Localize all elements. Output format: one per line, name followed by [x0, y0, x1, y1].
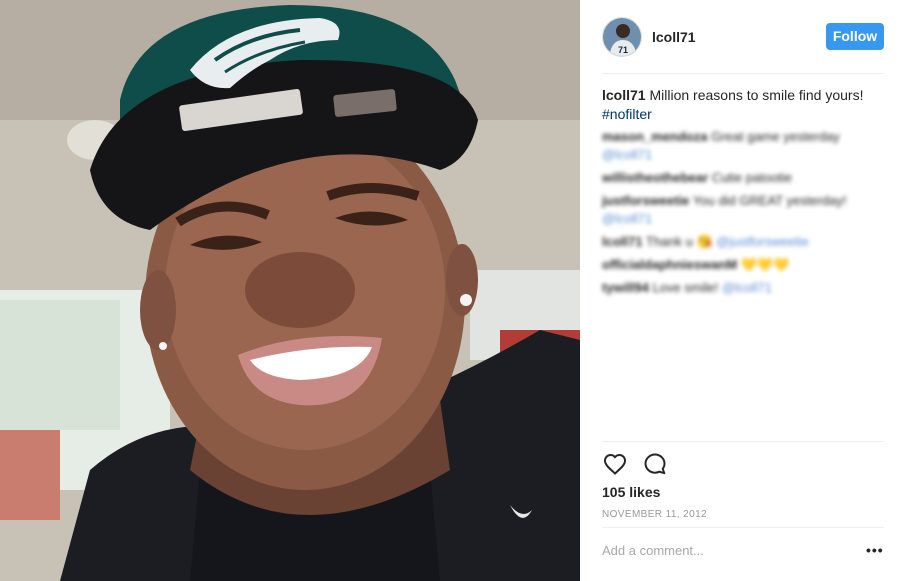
avatar-image: 71	[603, 17, 641, 56]
like-button[interactable]	[602, 451, 628, 477]
post-header: 71 lcoll71 Follow	[602, 0, 884, 74]
comment-mention[interactable]: @lcoll71	[602, 147, 652, 162]
post-date[interactable]: NOVEMBER 11, 2012	[602, 509, 707, 520]
heart-icon	[603, 453, 627, 475]
comment-emoji: 💛💛💛	[740, 257, 790, 272]
comment-username[interactable]: mason_mendoza	[602, 129, 707, 144]
divider	[602, 527, 884, 528]
add-comment-input[interactable]	[602, 543, 842, 558]
avatar[interactable]: 71	[602, 16, 642, 57]
comment-mention[interactable]: @justforsweetie	[716, 234, 809, 249]
comment-mention[interactable]: @lcoll71	[602, 211, 652, 226]
list-item: justforsweetie You did GREAT yesterday! …	[602, 192, 882, 228]
post-caption: lcoll71 Million reasons to smile find yo…	[602, 86, 882, 124]
list-item: willistheothebear Cutie patootie	[602, 169, 882, 187]
comment-username[interactable]: lcoll71	[602, 234, 642, 249]
comment-text: You did GREAT yesterday!	[689, 193, 847, 208]
comment-text: Great game yesterday	[707, 129, 840, 144]
comment-mention[interactable]: @lcoll71	[722, 280, 772, 295]
comment-text: Love smile!	[648, 280, 722, 295]
post-details-panel: 71 lcoll71 Follow lcoll71 Million reason…	[580, 0, 900, 581]
post-photo[interactable]	[0, 0, 580, 581]
caption-username[interactable]: lcoll71	[602, 87, 646, 103]
caption-text: Million reasons to smile find yours!	[645, 87, 864, 103]
comment-text: Thank u	[642, 234, 697, 249]
comment-username[interactable]: justforsweetie	[602, 193, 689, 208]
list-item: officialdaphnieswanM 💛💛💛	[602, 256, 882, 274]
comment-emoji: 😘	[696, 234, 713, 249]
comment-username[interactable]: tywill94	[602, 280, 649, 295]
comment-bubble-icon	[644, 453, 666, 475]
avatar-jersey-number: 71	[618, 45, 628, 55]
comments-list: mason_mendoza Great game yesterday @lcol…	[602, 128, 882, 302]
list-item: mason_mendoza Great game yesterday @lcol…	[602, 128, 882, 164]
comment-username[interactable]: willistheothebear	[602, 170, 708, 185]
more-options-icon[interactable]: •••	[866, 543, 883, 559]
list-item: tywill94 Love smile! @lcoll71	[602, 279, 882, 297]
comment-username[interactable]: officialdaphnieswanM	[602, 257, 737, 272]
follow-button[interactable]: Follow	[826, 23, 884, 50]
comment-text: Cutie patootie	[708, 170, 793, 185]
list-item: lcoll71 Thank u 😘 @justforsweetie	[602, 233, 882, 251]
selfie-photo-image	[0, 0, 580, 581]
likes-count[interactable]: 105 likes	[602, 484, 660, 500]
post-actions	[602, 451, 682, 477]
comment-button[interactable]	[642, 451, 668, 477]
divider	[602, 441, 884, 442]
username-link[interactable]: lcoll71	[652, 29, 826, 45]
caption-hashtag[interactable]: #nofilter	[602, 106, 652, 122]
